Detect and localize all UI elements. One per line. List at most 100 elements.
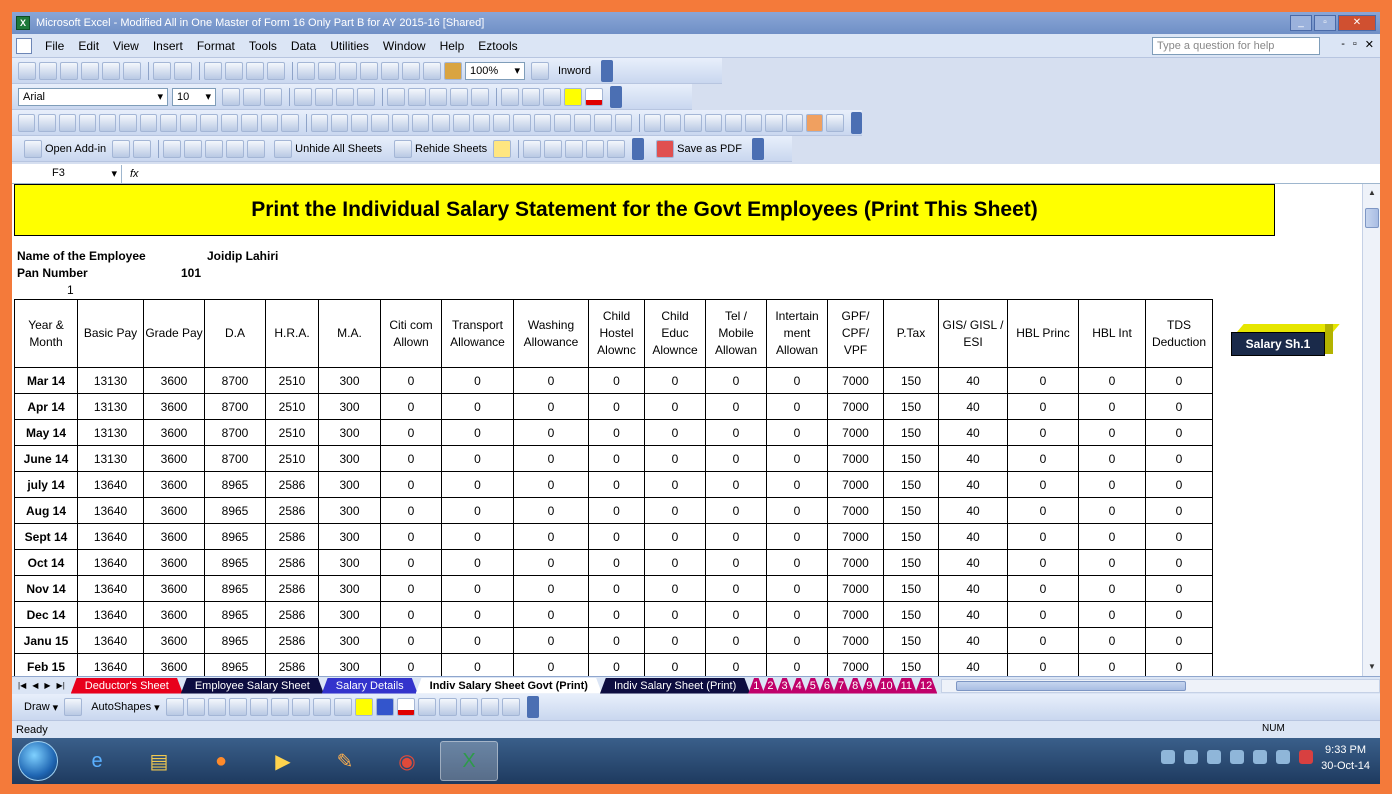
table-cell[interactable]: 0 (513, 575, 589, 602)
select-objects-icon[interactable] (64, 698, 83, 716)
table-cell[interactable]: 0 (380, 445, 442, 472)
table-cell[interactable]: 3600 (143, 575, 205, 602)
drawing-options-chevron[interactable] (526, 696, 539, 718)
table-cell[interactable]: 0 (588, 471, 645, 498)
table-cell[interactable]: 0 (441, 471, 514, 498)
table-cell[interactable]: 13640 (77, 575, 144, 602)
table-cell[interactable]: 40 (938, 575, 1008, 602)
table-cell[interactable]: 0 (1078, 549, 1146, 576)
print-preview-icon[interactable] (123, 61, 141, 80)
table-cell[interactable]: 300 (318, 497, 381, 524)
tray-icon-1[interactable] (1160, 749, 1175, 764)
table-cell[interactable]: 0 (705, 445, 767, 472)
table-cell[interactable]: 0 (1007, 445, 1079, 472)
custom-tool-22-icon[interactable] (452, 113, 470, 132)
table-cell[interactable]: 300 (318, 445, 381, 472)
sheet-tab[interactable]: 10 (875, 678, 897, 694)
sheet-tab[interactable]: Indiv Salary Sheet Govt (Print) (416, 678, 602, 694)
table-cell[interactable]: 0 (1078, 601, 1146, 628)
chart-wizard-icon[interactable] (423, 61, 441, 80)
save-disk-icon[interactable] (205, 139, 224, 158)
menu-file[interactable]: File (38, 39, 71, 53)
table-cell[interactable]: 0 (588, 523, 645, 550)
table-cell[interactable]: 3600 (143, 367, 205, 394)
table-cell[interactable]: 13130 (77, 419, 144, 446)
save-as-pdf-button[interactable]: Save as PDF (650, 139, 748, 158)
month-cell[interactable]: Feb 15 (14, 653, 78, 676)
dash-style-icon[interactable] (438, 698, 457, 716)
table-cell[interactable]: 0 (380, 471, 442, 498)
table-cell[interactable]: 0 (644, 653, 706, 676)
table-cell[interactable]: 0 (1078, 523, 1146, 550)
table-cell[interactable]: 0 (766, 549, 828, 576)
table-cell[interactable]: 0 (1007, 497, 1079, 524)
table-cell[interactable]: 300 (318, 471, 381, 498)
sheet-tab[interactable]: 4 (791, 678, 807, 694)
table-cell[interactable]: 0 (705, 419, 767, 446)
firefox-icon[interactable]: ● (192, 741, 250, 781)
grid-icon[interactable] (523, 139, 542, 158)
table-cell[interactable]: 0 (380, 497, 442, 524)
table-cell[interactable]: 0 (644, 549, 706, 576)
table-cell[interactable]: 40 (938, 393, 1008, 420)
shadow-icon[interactable] (480, 698, 499, 716)
open-addin-button[interactable]: Open Add-in (18, 139, 112, 158)
table-cell[interactable]: 0 (380, 575, 442, 602)
table-cell[interactable]: 3600 (143, 497, 205, 524)
salary-sheet-button[interactable]: Salary Sh.1 (1231, 324, 1340, 360)
copy-icon[interactable] (225, 61, 243, 80)
sheet-tab[interactable]: 6 (819, 678, 835, 694)
table-cell[interactable]: 0 (1145, 601, 1213, 628)
table-cell[interactable]: 0 (766, 445, 828, 472)
diagram-icon[interactable] (291, 698, 310, 716)
decrease-indent-icon[interactable] (501, 87, 519, 106)
table-cell[interactable]: 0 (513, 471, 589, 498)
custom-tool-3-icon[interactable] (58, 113, 76, 132)
table-cell[interactable]: 0 (380, 393, 442, 420)
menu-format[interactable]: Format (190, 39, 242, 53)
align-right-icon[interactable] (336, 87, 354, 106)
drawing-icon[interactable] (444, 61, 462, 80)
volume-icon[interactable] (1229, 749, 1244, 764)
tray-icon-2[interactable] (1183, 749, 1198, 764)
table-cell[interactable]: 0 (380, 419, 442, 446)
draw-font-color-icon[interactable] (396, 698, 415, 716)
align-center-icon[interactable] (315, 87, 333, 106)
custom-tool-37-icon[interactable] (765, 113, 783, 132)
table-cell[interactable]: 40 (938, 549, 1008, 576)
sheet-tab[interactable]: Salary Details (322, 678, 418, 694)
sort-descending-icon[interactable] (402, 61, 420, 80)
cut-icon[interactable] (204, 61, 222, 80)
table-cell[interactable]: 0 (1007, 367, 1079, 394)
comma-icon[interactable] (429, 87, 447, 106)
table-cell[interactable]: 0 (441, 549, 514, 576)
table-icon[interactable] (607, 139, 626, 158)
table-cell[interactable]: 0 (441, 497, 514, 524)
excel-taskbar-icon[interactable]: X (440, 741, 498, 781)
table-cell[interactable]: 0 (588, 445, 645, 472)
table-cell[interactable]: 0 (1007, 471, 1079, 498)
sheet-tab[interactable]: Deductor's Sheet (71, 678, 183, 694)
table-cell[interactable]: 0 (513, 393, 589, 420)
table-cell[interactable]: 0 (441, 523, 514, 550)
sheet-tab[interactable]: 8 (847, 678, 863, 694)
table-cell[interactable]: 0 (644, 367, 706, 394)
month-cell[interactable]: June 14 (14, 445, 78, 472)
custom-tool-38-icon[interactable] (785, 113, 803, 132)
table-cell[interactable]: 300 (318, 575, 381, 602)
table-cell[interactable]: 40 (938, 367, 1008, 394)
table-cell[interactable]: 8700 (204, 367, 266, 394)
table-cell[interactable]: 8965 (204, 523, 266, 550)
table-cell[interactable]: 7000 (827, 497, 884, 524)
custom-tool-4-icon[interactable] (78, 113, 97, 132)
table-cell[interactable]: 7000 (827, 549, 884, 576)
table-cell[interactable]: 3600 (143, 419, 205, 446)
table-cell[interactable]: 0 (588, 627, 645, 654)
table-cell[interactable]: 0 (705, 471, 767, 498)
help-icon[interactable] (531, 61, 549, 80)
minimize-button[interactable]: _ (1290, 15, 1312, 31)
next-sheet-icon[interactable]: ▶ (44, 681, 50, 690)
table-cell[interactable]: 7000 (827, 419, 884, 446)
table-cell[interactable]: 0 (588, 575, 645, 602)
line-icon[interactable] (165, 698, 184, 716)
